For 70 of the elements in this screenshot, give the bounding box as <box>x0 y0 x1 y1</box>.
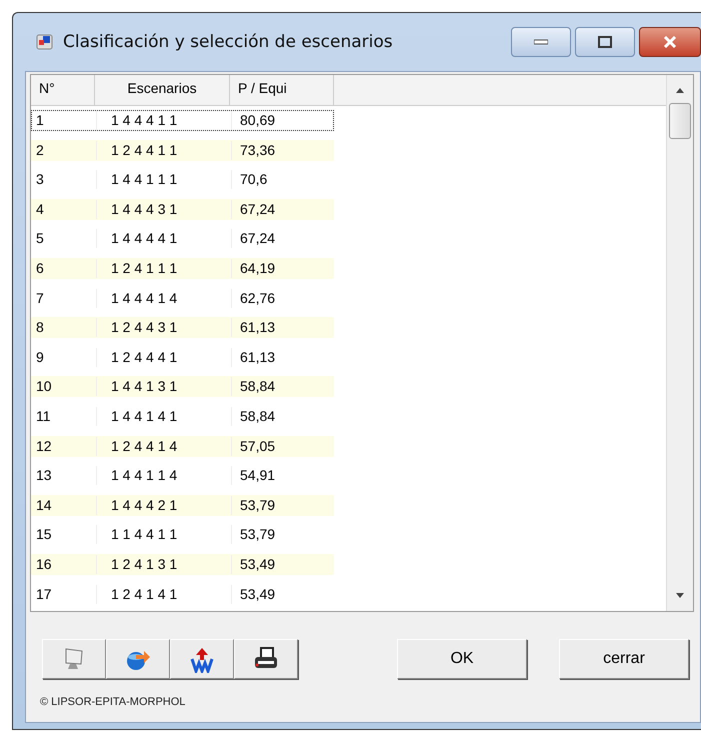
table-cell-text: 12 <box>35 436 53 456</box>
table-cell: 64,19 <box>231 258 333 278</box>
table-cell: 1 2 4 4 3 1 <box>96 318 231 338</box>
monitor-button[interactable] <box>42 639 106 679</box>
table-cell: 61,13 <box>231 318 333 338</box>
table-cell: 1 2 4 4 4 1 <box>96 348 231 367</box>
table-cell: 1 2 4 1 1 1 <box>96 258 231 278</box>
table-cell: 1 2 4 4 1 4 <box>96 436 231 456</box>
table-cell-text: 8 <box>35 318 45 338</box>
table-cell-text: 2 <box>35 140 45 160</box>
column-header[interactable]: Escenarios <box>95 75 230 105</box>
table-cell: 67,24 <box>231 229 333 248</box>
table-cell: 62,76 <box>231 288 333 308</box>
table-cell-text: 13 <box>35 466 53 486</box>
table-cell-text: 7 <box>35 288 45 308</box>
table-cell: 1 4 4 1 3 1 <box>96 377 231 396</box>
table-cell: 1 4 4 4 2 1 <box>96 496 231 515</box>
table-cell-text: 17 <box>35 584 53 604</box>
table-cell: 53,49 <box>231 554 333 574</box>
table-cell: 1 4 4 1 1 1 <box>96 170 231 190</box>
copyright-text: © LIPSOR-EPITA-MORPHOL <box>40 696 186 708</box>
maximize-icon <box>598 36 612 48</box>
table-cell: 1 2 4 1 3 1 <box>96 554 231 574</box>
print-button[interactable] <box>234 639 298 679</box>
table-cell: 1 2 4 4 1 1 <box>96 140 231 160</box>
close-button[interactable] <box>639 27 701 57</box>
table-cell: 54,91 <box>231 466 333 486</box>
table-cell: 61,13 <box>231 348 333 367</box>
table-cell-text: 6 <box>35 258 45 278</box>
table-cell: 1 4 4 4 1 1 <box>96 111 231 130</box>
scrollbar-thumb[interactable] <box>669 103 691 139</box>
table-cell: 67,24 <box>231 200 333 219</box>
table-cell: 1 4 4 1 4 1 <box>96 406 231 426</box>
table-cell-text: 11 <box>35 406 52 426</box>
table-cell: 57,05 <box>231 436 333 456</box>
scrollbar[interactable] <box>666 75 693 611</box>
table-cell: 70,6 <box>231 170 333 190</box>
table-cell: 80,69 <box>231 111 333 130</box>
table-cell: 1 4 4 1 1 4 <box>96 466 231 486</box>
table-cell: 53,49 <box>231 584 333 604</box>
table-cell: 58,84 <box>231 377 333 396</box>
table-cell-text: 5 <box>35 229 45 248</box>
minimize-icon <box>534 39 548 45</box>
maximize-button[interactable] <box>575 27 635 57</box>
table-cell-text: 10 <box>35 377 53 396</box>
table-cell: 53,79 <box>231 496 333 515</box>
table-cell-text: 9 <box>35 348 45 367</box>
close-icon <box>662 36 678 48</box>
window-title: Clasificación y selección de escenarios <box>63 32 393 52</box>
table-cell-text: 3 <box>35 170 45 190</box>
close-dialog-button[interactable]: cerrar <box>559 639 689 679</box>
export-button[interactable] <box>106 639 170 679</box>
table-cell-text: 4 <box>35 200 45 219</box>
table-cell: 58,84 <box>231 406 333 426</box>
column-header[interactable]: P / Equi <box>230 75 334 105</box>
table-cell-text: 1 <box>35 111 45 130</box>
table-cell: 1 4 4 4 4 1 <box>96 229 231 248</box>
table-cell-text: 14 <box>35 496 53 515</box>
table-cell-text: 15 <box>35 525 53 544</box>
table-cell: 1 4 4 4 1 4 <box>96 288 231 308</box>
table-cell: 1 2 4 1 4 1 <box>96 584 231 604</box>
table-cell: 1 1 4 4 1 1 <box>96 525 231 544</box>
column-header[interactable]: N° <box>31 75 95 105</box>
table-cell: 53,79 <box>231 525 333 544</box>
word-button[interactable] <box>170 639 234 679</box>
table-cell-text: 16 <box>35 554 53 574</box>
table-cell: 1 4 4 4 3 1 <box>96 200 231 219</box>
table-cell: 73,36 <box>231 140 333 160</box>
ok-button[interactable]: OK <box>397 639 527 679</box>
app-icon <box>35 32 55 52</box>
